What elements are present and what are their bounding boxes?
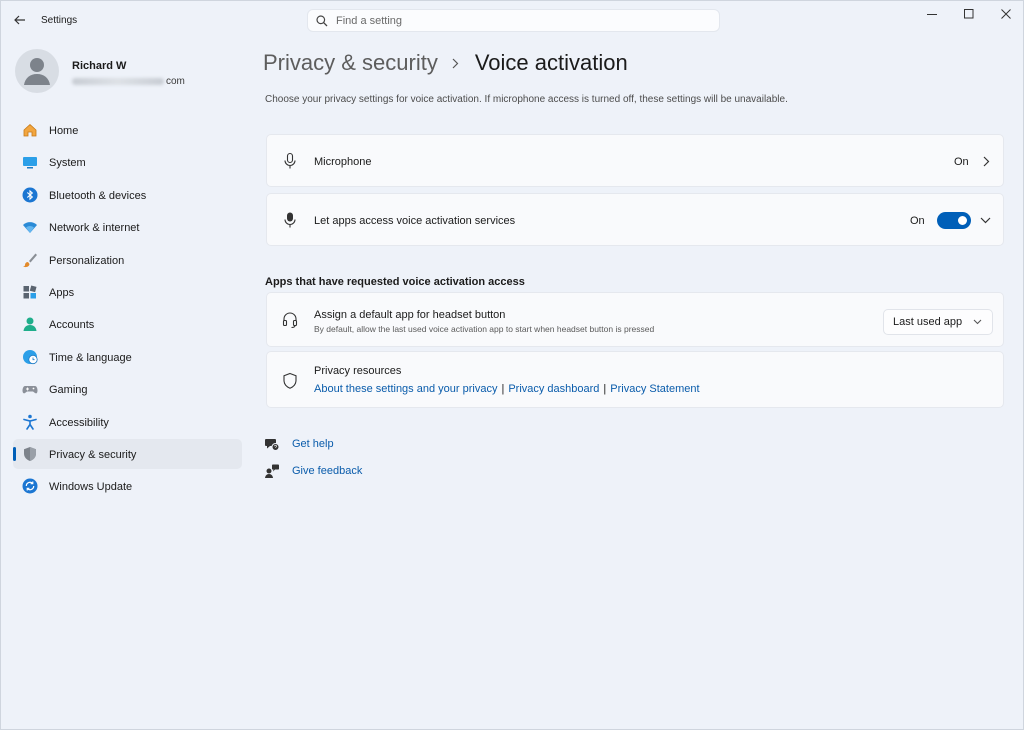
default-app-dropdown[interactable]: Last used app — [883, 309, 993, 335]
breadcrumb-separator — [452, 58, 459, 69]
back-arrow-icon — [14, 15, 25, 25]
update-icon — [22, 478, 38, 494]
sidebar-item-personalization[interactable]: Personalization — [13, 245, 242, 275]
microphone-icon — [284, 152, 296, 169]
privacy-resources-title: Privacy resources — [314, 365, 402, 377]
user-name: Richard W — [72, 60, 127, 72]
sidebar-item-label: Bluetooth & devices — [49, 189, 147, 202]
about-settings-link[interactable]: About these settings and your privacy — [314, 383, 497, 395]
minimize-icon — [927, 14, 937, 15]
apps-icon — [23, 285, 37, 299]
toggle-knob — [958, 216, 967, 225]
breadcrumb: Privacy & security Voice activation — [263, 48, 628, 78]
sidebar-item-windows-update[interactable]: Windows Update — [13, 471, 242, 501]
sidebar-item-privacy-security[interactable]: Privacy & security — [13, 438, 242, 469]
shield-outline-icon — [283, 372, 297, 389]
close-icon — [1001, 9, 1011, 19]
headset-subtitle: By default, allow the last used voice ac… — [314, 324, 655, 334]
voice-activation-card[interactable]: Let apps access voice activation service… — [266, 193, 1004, 246]
sidebar-item-label: Personalization — [49, 254, 125, 267]
get-help-label: Get help — [292, 438, 334, 450]
app-title: Settings — [41, 15, 78, 26]
maximize-icon — [964, 9, 974, 19]
sidebar-item-apps[interactable]: Apps — [13, 277, 242, 307]
get-help-link[interactable]: Get help — [264, 435, 334, 453]
voice-activation-icon — [284, 212, 296, 228]
sidebar-item-label: Windows Update — [49, 481, 133, 494]
breadcrumb-parent[interactable]: Privacy & security — [263, 50, 438, 76]
give-feedback-link[interactable]: Give feedback — [264, 462, 362, 480]
sidebar-item-label: Gaming — [49, 384, 88, 397]
privacy-statement-link[interactable]: Privacy Statement — [610, 383, 699, 395]
back-button[interactable] — [9, 9, 31, 31]
close-button[interactable] — [988, 1, 1024, 27]
home-icon — [23, 123, 37, 137]
microphone-label: Microphone — [314, 156, 372, 168]
sidebar-item-label: Privacy & security — [49, 448, 137, 461]
privacy-dashboard-link[interactable]: Privacy dashboard — [508, 383, 599, 395]
time-language-icon — [23, 349, 38, 364]
chevron-right-icon — [452, 58, 459, 68]
sidebar-item-accessibility[interactable]: Accessibility — [13, 407, 242, 437]
email-suffix: com — [166, 75, 185, 87]
link-separator: | — [603, 383, 607, 395]
feedback-icon — [265, 464, 279, 478]
email-redacted — [72, 77, 164, 85]
sidebar-item-label: Apps — [49, 286, 75, 299]
headset-title: Assign a default app for headset button — [314, 309, 506, 321]
sidebar-item-gaming[interactable]: Gaming — [13, 374, 242, 404]
avatar — [15, 49, 59, 93]
search-input[interactable] — [336, 14, 696, 27]
sidebar-item-label: Time & language — [49, 351, 132, 364]
system-icon — [23, 157, 37, 169]
minimize-button[interactable] — [914, 1, 950, 27]
voice-activation-toggle[interactable] — [937, 212, 971, 229]
page-title: Voice activation — [474, 50, 628, 75]
user-email: com — [72, 75, 212, 87]
link-separator: | — [501, 383, 505, 395]
chevron-down-icon — [973, 319, 982, 325]
sidebar-item-label: Accounts — [49, 319, 95, 332]
microphone-card[interactable]: Microphone On — [266, 134, 1004, 187]
gaming-icon — [22, 386, 38, 394]
wifi-icon — [23, 222, 37, 234]
accounts-icon — [23, 317, 37, 332]
toggle-state-label: On — [910, 215, 925, 227]
page-description: Choose your privacy settings for voice a… — [265, 94, 788, 105]
search-icon — [316, 14, 328, 26]
privacy-resources-card: Privacy resources About these settings a… — [266, 351, 1004, 408]
headset-button-card: Assign a default app for headset button … — [266, 292, 1004, 347]
microphone-status: On — [954, 156, 969, 168]
give-feedback-label: Give feedback — [292, 465, 363, 477]
accessibility-icon — [23, 414, 37, 430]
search-box[interactable] — [307, 9, 720, 32]
person-icon — [24, 58, 50, 85]
chevron-right-icon — [983, 156, 990, 167]
sidebar-item-time-language[interactable]: Time & language — [13, 342, 242, 372]
sidebar-item-accounts[interactable]: Accounts — [13, 309, 242, 339]
maximize-button[interactable] — [951, 1, 987, 27]
headset-icon — [282, 312, 298, 329]
settings-window: Settings Richard W com — [0, 0, 1024, 730]
privacy-links: About these settings and your privacy | … — [314, 383, 700, 395]
sidebar-item-label: Network & internet — [49, 222, 140, 235]
sidebar-nav: Home System Bluetooth & devices Network … — [13, 115, 242, 504]
sidebar-item-label: Home — [49, 125, 79, 137]
chevron-down-icon[interactable] — [980, 217, 991, 224]
sidebar-item-bluetooth[interactable]: Bluetooth & devices — [13, 180, 242, 210]
section-heading: Apps that have requested voice activatio… — [265, 276, 525, 288]
voice-activation-label: Let apps access voice activation service… — [314, 215, 516, 227]
dropdown-selected: Last used app — [893, 316, 963, 328]
help-icon — [265, 439, 280, 451]
brush-icon — [23, 253, 37, 267]
bluetooth-icon — [22, 187, 38, 203]
shield-icon — [24, 446, 36, 461]
sidebar-item-home[interactable]: Home — [13, 115, 242, 145]
sidebar-item-system[interactable]: System — [13, 147, 242, 177]
sidebar-item-network[interactable]: Network & internet — [13, 212, 242, 242]
sidebar-item-label: System — [49, 157, 86, 170]
user-profile[interactable]: Richard W com — [15, 49, 235, 93]
sidebar-item-label: Accessibility — [49, 416, 109, 429]
title-bar: Settings — [1, 1, 1023, 41]
